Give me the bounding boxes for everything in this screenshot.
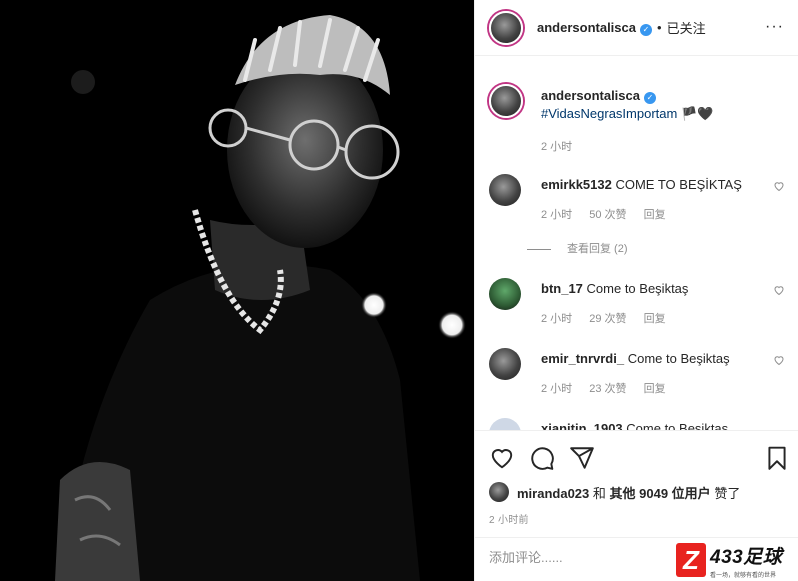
likes-and: 和 bbox=[592, 485, 606, 501]
comment-avatar[interactable] bbox=[489, 278, 521, 310]
share-send-icon[interactable] bbox=[569, 445, 595, 471]
verified-badge-icon: ✓ bbox=[644, 92, 656, 104]
caption-time: 2 小时 bbox=[541, 141, 573, 153]
follow-status-button[interactable]: 已关注 bbox=[667, 18, 706, 37]
more-options-icon[interactable]: ··· bbox=[765, 18, 784, 36]
post-time-ago: 2 小时前 bbox=[489, 515, 529, 526]
comment-bubble-icon[interactable] bbox=[529, 445, 555, 471]
separator-dot: • bbox=[657, 20, 662, 35]
verified-badge-icon: ✓ bbox=[640, 23, 652, 36]
comment-text: COME TO BEŞİKTAŞ bbox=[615, 177, 742, 192]
comment-time: 2 小时 bbox=[541, 313, 573, 325]
author-username[interactable]: andersontalisca ✓ bbox=[537, 20, 652, 36]
comment-like-heart-icon[interactable] bbox=[773, 354, 785, 366]
comment-text: Come to Beşiktaş bbox=[627, 351, 730, 366]
post-photo[interactable] bbox=[0, 0, 474, 581]
replies-divider bbox=[527, 248, 551, 250]
comment-likes[interactable]: 29 次赞 bbox=[589, 313, 626, 325]
comment-time: 2 小时 bbox=[541, 383, 573, 395]
comment-avatar[interactable] bbox=[489, 418, 521, 430]
comment-likes[interactable]: 23 次赞 bbox=[589, 383, 626, 395]
view-replies-label: 查看回复 (2) bbox=[567, 243, 628, 255]
watermark-brand: 433足球 bbox=[710, 546, 783, 568]
comment-likes[interactable]: 50 次赞 bbox=[589, 209, 626, 221]
comment-username[interactable]: emir_tnrvrdi_ bbox=[541, 351, 624, 366]
like-heart-icon[interactable] bbox=[489, 445, 515, 471]
likes-summary: miranda023 和 其他 9049 位用户 赞了 bbox=[489, 482, 740, 502]
post-image bbox=[0, 0, 474, 581]
comment-username[interactable]: btn_17 bbox=[541, 281, 583, 296]
caption-hashtag[interactable]: #VidasNegrasImportam bbox=[541, 106, 677, 121]
post-header: andersontalisca ✓ • 已关注 ··· bbox=[475, 0, 798, 56]
comment-like-heart-icon[interactable] bbox=[773, 180, 785, 192]
post-panel: andersontalisca ✓ • 已关注 ··· andersontalis… bbox=[474, 0, 798, 581]
caption-avatar[interactable] bbox=[489, 84, 523, 118]
comment-like-heart-icon[interactable] bbox=[773, 284, 785, 296]
liker-avatar[interactable] bbox=[489, 482, 509, 502]
watermark-logo: Z 433足球 看一场，就够有看的世界 bbox=[676, 539, 798, 581]
comments-section[interactable]: andersontalisca ✓ #VidasNegrasImportam 🏴🖤… bbox=[475, 56, 798, 430]
reply-button[interactable]: 回复 bbox=[644, 313, 666, 325]
comment-avatar[interactable] bbox=[489, 348, 521, 380]
reply-button[interactable]: 回复 bbox=[644, 209, 666, 221]
reply-button[interactable]: 回复 bbox=[644, 383, 666, 395]
bookmark-icon[interactable] bbox=[764, 445, 790, 471]
view-replies-button[interactable]: 查看回复 (2) bbox=[527, 240, 628, 256]
comment-time: 2 小时 bbox=[541, 209, 573, 221]
watermark-z-icon: Z bbox=[676, 543, 706, 577]
author-avatar[interactable] bbox=[489, 10, 523, 45]
add-comment-input[interactable] bbox=[489, 550, 669, 565]
post-actions bbox=[475, 430, 798, 484]
caption-username[interactable]: andersontalisca bbox=[541, 88, 640, 103]
watermark-slogan: 看一场，就够有看的世界 bbox=[710, 572, 777, 579]
comment-avatar[interactable] bbox=[489, 174, 521, 206]
comment-text: Come to Beşiktaş bbox=[586, 281, 689, 296]
comment-username[interactable]: xianitin_1903 bbox=[541, 421, 623, 430]
comment-username[interactable]: emirkk5132 bbox=[541, 177, 612, 192]
others-count[interactable]: 其他 9049 位用户 bbox=[610, 486, 711, 501]
likes-liked: 赞了 bbox=[714, 485, 741, 501]
flag-heart-emoji: 🏴🖤 bbox=[680, 106, 714, 121]
comment-text: Come to Beşiktaş bbox=[626, 421, 729, 430]
liker-username[interactable]: miranda023 bbox=[517, 486, 589, 501]
